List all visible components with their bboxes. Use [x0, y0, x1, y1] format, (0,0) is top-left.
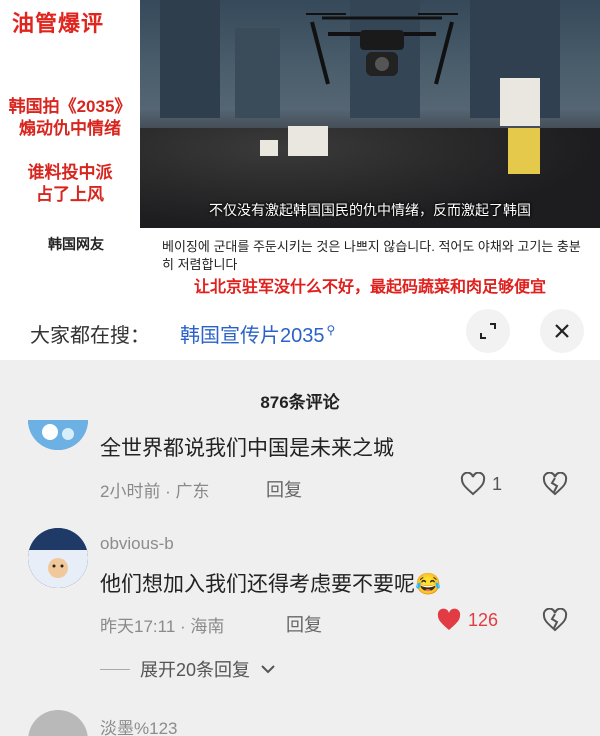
comment-username[interactable]: obvious-b [100, 534, 174, 554]
broken-heart-icon [542, 471, 568, 496]
trending-search-bar: 大家都在搜： 韩国宣传片2035 ⚲ [0, 302, 600, 360]
avatar[interactable] [28, 528, 88, 588]
dislike-button[interactable] [542, 607, 568, 636]
comment-username[interactable]: 淡墨%123 [100, 714, 177, 736]
fullscreen-button[interactable] [466, 309, 510, 353]
reply-button[interactable]: 回复 [286, 611, 322, 637]
chevron-down-icon [261, 665, 275, 674]
comment-meta: 2小时前 · 广东 [100, 482, 210, 501]
dislike-button[interactable] [542, 471, 568, 500]
comment-text-body: 他们想加入我们还得考虑要不要呢 [100, 573, 415, 596]
divider [100, 668, 130, 670]
close-button[interactable] [540, 309, 584, 353]
search-term[interactable]: 韩国宣传片2035 [180, 325, 325, 347]
video-thumbnail[interactable]: 不仅没有激起韩国国民的仇中情绪，反而激起了韩国 [140, 0, 600, 228]
expand-replies-label: 展开20条回复 [140, 660, 251, 680]
heart-icon [460, 472, 486, 496]
drone-image [306, 13, 458, 85]
headline-line-2: 谁料投中派 占了上风 [27, 163, 113, 204]
netizen-label: 韩国网友 [48, 236, 104, 252]
like-count: 1 [492, 473, 503, 494]
video-frame[interactable]: 油管爆评 韩国拍《2035》 煽动仇中情绪 谁料投中派 占了上风 韩国网友 不仅… [0, 0, 600, 302]
laugh-emoji-icon: 😂 [415, 573, 442, 596]
like-count: 126 [468, 609, 499, 630]
expand-replies-button[interactable]: 展开20条回复 [100, 656, 276, 682]
video-left-panel: 油管爆评 韩国拍《2035》 煽动仇中情绪 谁料投中派 占了上风 韩国网友 [0, 0, 140, 302]
broken-heart-icon [542, 607, 568, 632]
headline-line-1: 韩国拍《2035》 煽动仇中情绪 [8, 97, 132, 138]
reply-button[interactable]: 回复 [266, 476, 302, 502]
search-icon: ⚲ [326, 323, 336, 338]
comment-text: 他们想加入我们还得考虑要不要呢😂 [100, 568, 441, 598]
comment-text: 全世界都说我们中国是未来之城 [100, 437, 394, 460]
comments-count-title: 876条评论 [260, 393, 340, 412]
search-prefix: 大家都在搜： [30, 325, 150, 347]
expand-icon [480, 323, 496, 339]
close-icon [555, 324, 569, 338]
korean-comment: 베이징에 군대를 주둔시키는 것은 나쁘지 않습니다. 적어도 야채와 고기는 … [162, 239, 581, 272]
comments-panel: 876条评论 全世界都说我们中国是未来之城 2小时前 · 广东 回复 1 obv… [0, 360, 600, 736]
chinese-translation: 让北京驻军没什么不好，最起码蔬菜和肉足够便宜 [193, 279, 546, 296]
like-button[interactable]: 126 [436, 608, 498, 632]
search-link[interactable]: 韩国宣传片2035 ⚲ [180, 319, 335, 348]
heart-filled-icon [437, 608, 461, 630]
like-button[interactable]: 1 [460, 472, 502, 496]
brand-title: 油管爆评 [12, 11, 105, 36]
video-caption: 不仅没有激起韩国国民的仇中情绪，反而激起了韩国 [209, 202, 531, 218]
avatar[interactable] [28, 710, 88, 736]
comment-meta: 昨天17:11 · 海南 [100, 617, 225, 636]
